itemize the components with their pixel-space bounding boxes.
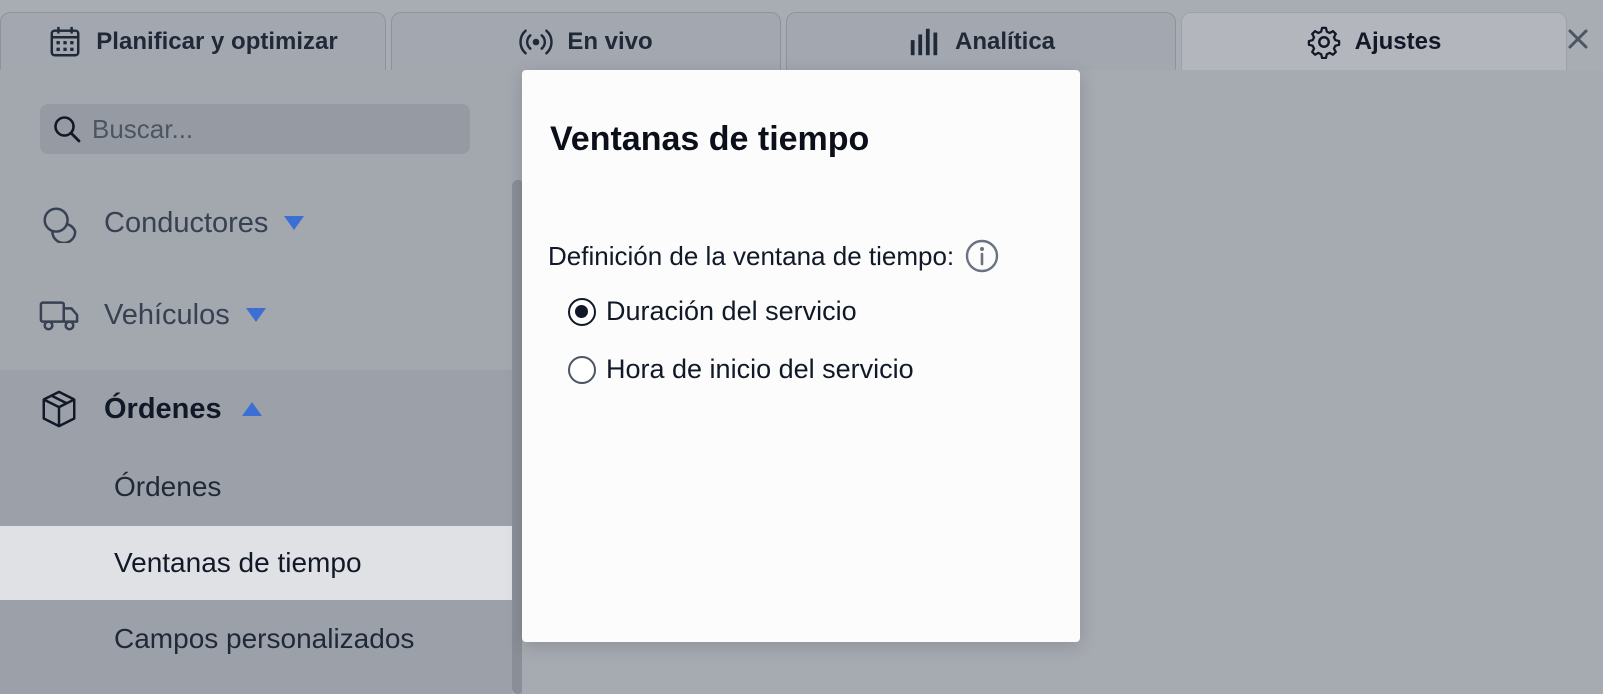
- sidebar-item-vehiculos[interactable]: Vehículos: [0, 280, 512, 350]
- search-input[interactable]: [90, 112, 454, 146]
- truck-icon: [38, 294, 80, 336]
- sidebar-subitem-ordenes[interactable]: Órdenes: [0, 450, 522, 524]
- search-box[interactable]: [40, 104, 470, 154]
- chevron-down-icon[interactable]: [245, 308, 266, 322]
- field-label-text: Definición de la ventana de tiempo:: [548, 240, 955, 271]
- tab-ajustes[interactable]: Ajustes: [1181, 12, 1567, 70]
- drivers-icon: [38, 202, 80, 244]
- tab-label: Analítica: [954, 27, 1056, 55]
- radio-label: Hora de inicio del servicio: [606, 354, 914, 384]
- chevron-down-icon[interactable]: [284, 216, 305, 230]
- bar-chart-icon: [910, 28, 938, 55]
- time-window-definition-label: Definición de la ventana de tiempo:: [548, 238, 1000, 274]
- radio-label: Duración del servicio: [606, 296, 857, 326]
- sidebar-item-ordenes[interactable]: Órdenes: [0, 374, 512, 444]
- sidebar-item-label: Conductores: [104, 206, 269, 239]
- tab-planificar[interactable]: Planificar y optimizar: [0, 12, 386, 70]
- radio-option-duracion[interactable]: Duración del servicio: [568, 296, 857, 327]
- time-windows-dialog: Ventanas de tiempo Definición de la vent…: [522, 70, 1080, 642]
- info-icon[interactable]: [964, 238, 1000, 274]
- radio-button-checked[interactable]: [568, 297, 596, 326]
- sidebar-subitem-label: Órdenes: [114, 471, 222, 502]
- tab-en-vivo[interactable]: En vivo: [391, 12, 781, 70]
- dialog-title: Ventanas de tiempo: [550, 120, 870, 158]
- tab-label: Planificar y optimizar: [96, 27, 338, 55]
- sidebar-item-conductores[interactable]: Conductores: [0, 188, 512, 258]
- radio-option-hora-inicio[interactable]: Hora de inicio del servicio: [568, 354, 914, 385]
- tab-label: Ajustes: [1354, 27, 1442, 55]
- sidebar-subitem-label: Campos personalizados: [114, 623, 415, 654]
- sidebar-subitem-campos-personalizados[interactable]: Campos personalizados: [0, 602, 522, 676]
- search-icon: [54, 116, 81, 143]
- tab-bar: Planificar y optimizar En vivo Analítica…: [0, 0, 1603, 70]
- package-icon: [38, 388, 80, 430]
- broadcast-icon: [519, 28, 554, 55]
- radio-button-unchecked[interactable]: [568, 355, 596, 384]
- sidebar-subitem-label: Ventanas de tiempo: [114, 547, 362, 578]
- gear-icon: [1307, 26, 1340, 59]
- sidebar: Conductores Vehículos Órdenes Órdenes Ve: [0, 70, 524, 694]
- tab-label: En vivo: [567, 27, 653, 55]
- tab-analitica[interactable]: Analítica: [786, 12, 1176, 70]
- sidebar-item-label: Vehículos: [104, 298, 230, 331]
- close-icon[interactable]: [1563, 24, 1593, 54]
- chevron-up-icon[interactable]: [241, 402, 262, 416]
- calendar-icon: [50, 26, 80, 56]
- sidebar-subitem-ventanas-de-tiempo[interactable]: Ventanas de tiempo: [0, 526, 522, 600]
- sidebar-item-label: Órdenes: [104, 392, 222, 425]
